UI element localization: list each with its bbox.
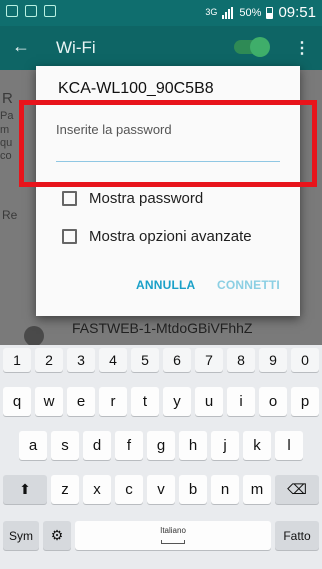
partial-text: R [2, 90, 13, 107]
connect-button[interactable]: CONNETTI [217, 278, 280, 292]
status-bar: 3G 50% 09:51 [0, 0, 322, 26]
wifi-app-bar: ← Wi-Fi ⋮ [0, 26, 322, 70]
key-a[interactable]: a [19, 431, 47, 460]
screenshot-notification-icon [25, 5, 37, 17]
key-p[interactable]: p [291, 387, 319, 416]
signal-icon [222, 6, 234, 19]
image-notification-icon [44, 5, 56, 17]
key-h[interactable]: h [179, 431, 207, 460]
key-8[interactable]: 8 [227, 348, 255, 372]
key-m[interactable]: m [243, 475, 271, 504]
space-language-label: Italiano [160, 526, 186, 535]
gear-icon: ⚙ [50, 527, 64, 543]
shift-key[interactable]: ⬆ [3, 475, 47, 504]
status-right: 3G 50% 09:51 [205, 4, 316, 21]
back-arrow-icon[interactable]: ← [12, 36, 30, 57]
partial-text: Re [2, 208, 18, 222]
partial-text: co [0, 150, 12, 162]
key-1[interactable]: 1 [3, 348, 31, 372]
show-password-label: Mostra password [89, 190, 204, 207]
show-advanced-label: Mostra opzioni avanzate [89, 228, 252, 245]
dialog-title: KCA-WL100_90C5B8 [58, 80, 214, 97]
sym-key[interactable]: Sym [3, 521, 39, 550]
show-advanced-checkbox-row[interactable]: Mostra opzioni avanzate [62, 228, 252, 245]
highlight-box [19, 100, 317, 187]
gallery-notification-icon [6, 5, 18, 17]
notification-icons [6, 5, 56, 17]
page-title: Wi-Fi [56, 38, 96, 57]
battery-percent: 50% [239, 6, 262, 19]
key-w[interactable]: w [35, 387, 63, 416]
key-x[interactable]: x [83, 475, 111, 504]
network-type: 3G [205, 7, 218, 17]
key-c[interactable]: c [115, 475, 143, 504]
key-o[interactable]: o [259, 387, 287, 416]
key-d[interactable]: d [83, 431, 111, 460]
key-q[interactable]: q [3, 387, 31, 416]
settings-key[interactable]: ⚙ [43, 521, 71, 550]
key-g[interactable]: g [147, 431, 175, 460]
cancel-button[interactable]: ANNULLA [136, 278, 195, 292]
key-n[interactable]: n [211, 475, 239, 504]
key-4[interactable]: 4 [99, 348, 127, 372]
key-z[interactable]: z [51, 475, 79, 504]
battery-icon [266, 6, 274, 19]
key-7[interactable]: 7 [195, 348, 223, 372]
shift-icon: ⬆ [19, 481, 31, 497]
done-key[interactable]: Fatto [275, 521, 319, 550]
key-u[interactable]: u [195, 387, 223, 416]
key-i[interactable]: i [227, 387, 255, 416]
show-advanced-checkbox[interactable] [62, 229, 77, 244]
overflow-menu-icon[interactable]: ⋮ [294, 38, 310, 58]
key-2[interactable]: 2 [35, 348, 63, 372]
partial-text: qu [0, 137, 13, 149]
key-e[interactable]: e [67, 387, 95, 416]
key-s[interactable]: s [51, 431, 79, 460]
show-password-checkbox[interactable] [62, 191, 77, 206]
key-f[interactable]: f [115, 431, 143, 460]
clock: 09:51 [278, 4, 316, 21]
key-b[interactable]: b [179, 475, 207, 504]
partial-text: m [0, 124, 10, 136]
key-l[interactable]: l [275, 431, 303, 460]
network-name[interactable]: FASTWEB-1-MtdoGBiVFhhZ [72, 320, 252, 336]
wifi-toggle[interactable] [234, 37, 270, 57]
show-password-checkbox-row[interactable]: Mostra password [62, 190, 203, 207]
key-v[interactable]: v [147, 475, 175, 504]
key-k[interactable]: k [243, 431, 271, 460]
key-3[interactable]: 3 [67, 348, 95, 372]
key-5[interactable]: 5 [131, 348, 159, 372]
key-0[interactable]: 0 [291, 348, 319, 372]
key-9[interactable]: 9 [259, 348, 287, 372]
partial-text: Pa [0, 110, 14, 122]
key-6[interactable]: 6 [163, 348, 191, 372]
backspace-key[interactable]: ⌫ [275, 475, 319, 504]
space-key[interactable]: Italiano [75, 521, 271, 550]
key-j[interactable]: j [211, 431, 239, 460]
onscreen-keyboard: 1 2 3 4 5 6 7 8 9 0 q w e r t y u i o p … [0, 345, 322, 569]
key-y[interactable]: y [163, 387, 191, 416]
key-r[interactable]: r [99, 387, 127, 416]
key-t[interactable]: t [131, 387, 159, 416]
space-icon [161, 540, 185, 544]
backspace-icon: ⌫ [287, 481, 307, 497]
